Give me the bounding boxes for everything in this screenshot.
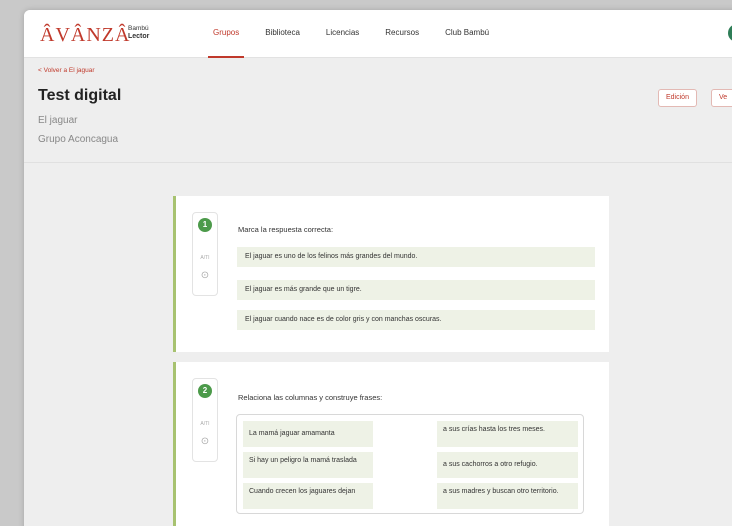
question-prompt: Marca la respuesta correcta: — [238, 225, 334, 234]
book-title: El jaguar — [38, 115, 78, 126]
settings-icon[interactable]: ⊙ — [193, 436, 217, 447]
question-number-badge: 1 — [198, 218, 212, 232]
nav-biblioteca[interactable]: Biblioteca — [252, 10, 313, 58]
main-nav: Grupos Biblioteca Licencias Recursos Clu… — [200, 10, 502, 58]
match-right-item[interactable]: a sus madres y buscan otro territorio. — [437, 483, 578, 509]
question-prompt: Relaciona las columnas y construye frase… — [238, 393, 383, 402]
nav-recursos[interactable]: Recursos — [372, 10, 432, 58]
brand-subtitle: Bambú Lector — [128, 25, 172, 41]
app-window: ÂVÂNZÂ Bambú Lector Grupos Biblioteca Li… — [24, 10, 732, 526]
answer-option[interactable]: El jaguar cuando nace es de color gris y… — [237, 310, 595, 330]
question-card-2: 2 A/TI ⊙ Relaciona las columnas y constr… — [173, 362, 609, 526]
question-meta: A/TI — [200, 421, 210, 427]
back-link[interactable]: < Volver a El jaguar — [38, 67, 95, 74]
match-left-item[interactable]: La mamá jaguar amamanta — [243, 421, 373, 447]
question-sidebar: 1 A/TI ⊙ — [192, 212, 218, 296]
group-name: Grupo Aconcagua — [38, 134, 119, 145]
page-title: Test digital — [38, 87, 122, 104]
view-button[interactable]: Ve — [711, 89, 732, 107]
matching-box: La mamá jaguar amamanta Si hay un peligr… — [236, 414, 584, 514]
question-number-badge: 2 — [198, 384, 212, 398]
brand-line-2: Lector — [128, 33, 150, 40]
brand-logo[interactable]: ÂVÂNZÂ — [40, 24, 130, 47]
match-right-item[interactable]: a sus cachorros a otro refugio. — [437, 452, 578, 478]
user-avatar[interactable] — [728, 24, 732, 42]
top-navbar: ÂVÂNZÂ Bambú Lector Grupos Biblioteca Li… — [24, 10, 732, 58]
question-meta: A/TI — [200, 255, 210, 261]
match-left-item[interactable]: Cuando crecen los jaguares dejan — [243, 483, 373, 509]
header-divider — [24, 162, 732, 163]
answer-option[interactable]: El jaguar es uno de los felinos más gran… — [237, 247, 595, 267]
nav-licencias[interactable]: Licencias — [313, 10, 372, 58]
nav-grupos[interactable]: Grupos — [200, 10, 252, 58]
settings-icon[interactable]: ⊙ — [193, 270, 217, 281]
question-sidebar: 2 A/TI ⊙ — [192, 378, 218, 462]
brand-line-1: Bambú — [128, 25, 149, 32]
question-card-1: 1 A/TI ⊙ Marca la respuesta correcta: El… — [173, 196, 609, 352]
answer-option[interactable]: El jaguar es más grande que un tigre. — [237, 280, 595, 300]
match-right-item[interactable]: a sus crías hasta los tres meses. — [437, 421, 578, 447]
match-left-item[interactable]: Si hay un peligro la mamá traslada — [243, 452, 373, 478]
nav-club-bambu[interactable]: Club Bambú — [432, 10, 502, 58]
edit-button[interactable]: Edición — [658, 89, 697, 107]
